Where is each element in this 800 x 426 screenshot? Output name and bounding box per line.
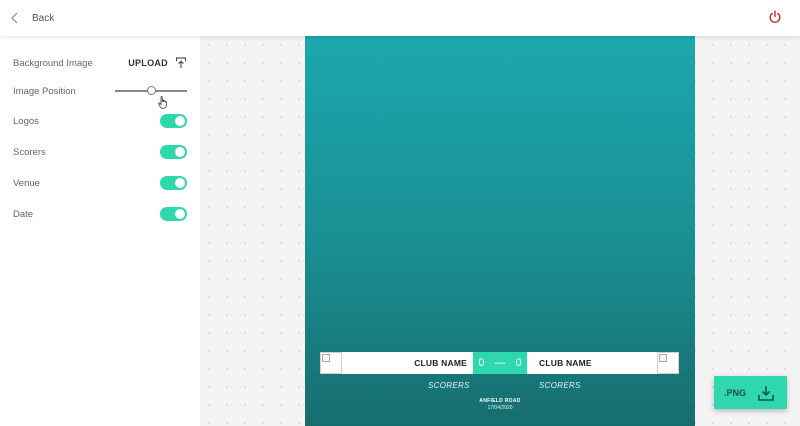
image-position-row: Image Position xyxy=(13,82,187,100)
scorers-row: Scorers xyxy=(13,143,187,161)
scorers-toggle[interactable] xyxy=(160,145,187,159)
home-logo-image xyxy=(320,352,342,374)
away-club-name: CLUB NAME xyxy=(527,352,657,374)
date-text: 17/04/2020 xyxy=(487,405,513,411)
back-label: Back xyxy=(32,12,55,24)
download-png-button[interactable]: .PNG xyxy=(714,376,787,409)
background-image-row: Background Image UPLOAD xyxy=(13,54,187,72)
upload-label: UPLOAD xyxy=(128,58,168,68)
away-score: 0 xyxy=(515,357,522,369)
background-image-label: Background Image xyxy=(13,57,93,69)
toggle-knob xyxy=(175,178,185,188)
download-icon xyxy=(758,385,774,401)
away-logo-image xyxy=(657,352,679,374)
image-position-slider[interactable] xyxy=(115,85,187,97)
score-bar: CLUB NAME 0 — 0 CLUB NAME xyxy=(320,352,681,374)
date-row: Date xyxy=(13,205,187,223)
venue-row: Venue xyxy=(13,174,187,192)
away-scorers: SCORERS xyxy=(539,381,581,390)
toggle-knob xyxy=(175,147,185,157)
top-bar: Back xyxy=(0,0,800,36)
power-icon[interactable] xyxy=(768,10,782,24)
venue-toggle[interactable] xyxy=(160,176,187,190)
upload-button[interactable]: UPLOAD xyxy=(128,57,187,69)
scorers-label: Scorers xyxy=(13,146,46,158)
score-box: 0 — 0 xyxy=(473,352,527,374)
home-scorers: SCORERS xyxy=(428,381,470,390)
score-separator: — xyxy=(494,357,506,369)
logos-toggle[interactable] xyxy=(160,114,187,128)
date-label: Date xyxy=(13,208,34,220)
poster-preview: CLUB NAME 0 — 0 CLUB NAME SCORERS SCORER… xyxy=(305,36,695,426)
upload-icon xyxy=(176,57,186,68)
slider-thumb[interactable] xyxy=(146,86,156,95)
toggle-knob xyxy=(175,116,185,126)
back-button[interactable]: Back xyxy=(8,8,54,28)
home-score: 0 xyxy=(478,357,485,369)
venue-label: Venue xyxy=(13,177,40,189)
download-png-label: .PNG xyxy=(724,387,747,398)
toggle-knob xyxy=(175,209,185,219)
chevron-left-icon xyxy=(11,12,18,24)
logos-label: Logos xyxy=(13,115,39,127)
venue-text: ANFIELD ROAD xyxy=(479,398,521,404)
image-position-label: Image Position xyxy=(13,85,76,97)
home-club-name: CLUB NAME xyxy=(342,352,473,374)
settings-sidebar: Background Image UPLOAD Image Position L… xyxy=(0,36,200,426)
logos-row: Logos xyxy=(13,112,187,130)
date-toggle[interactable] xyxy=(160,207,187,221)
